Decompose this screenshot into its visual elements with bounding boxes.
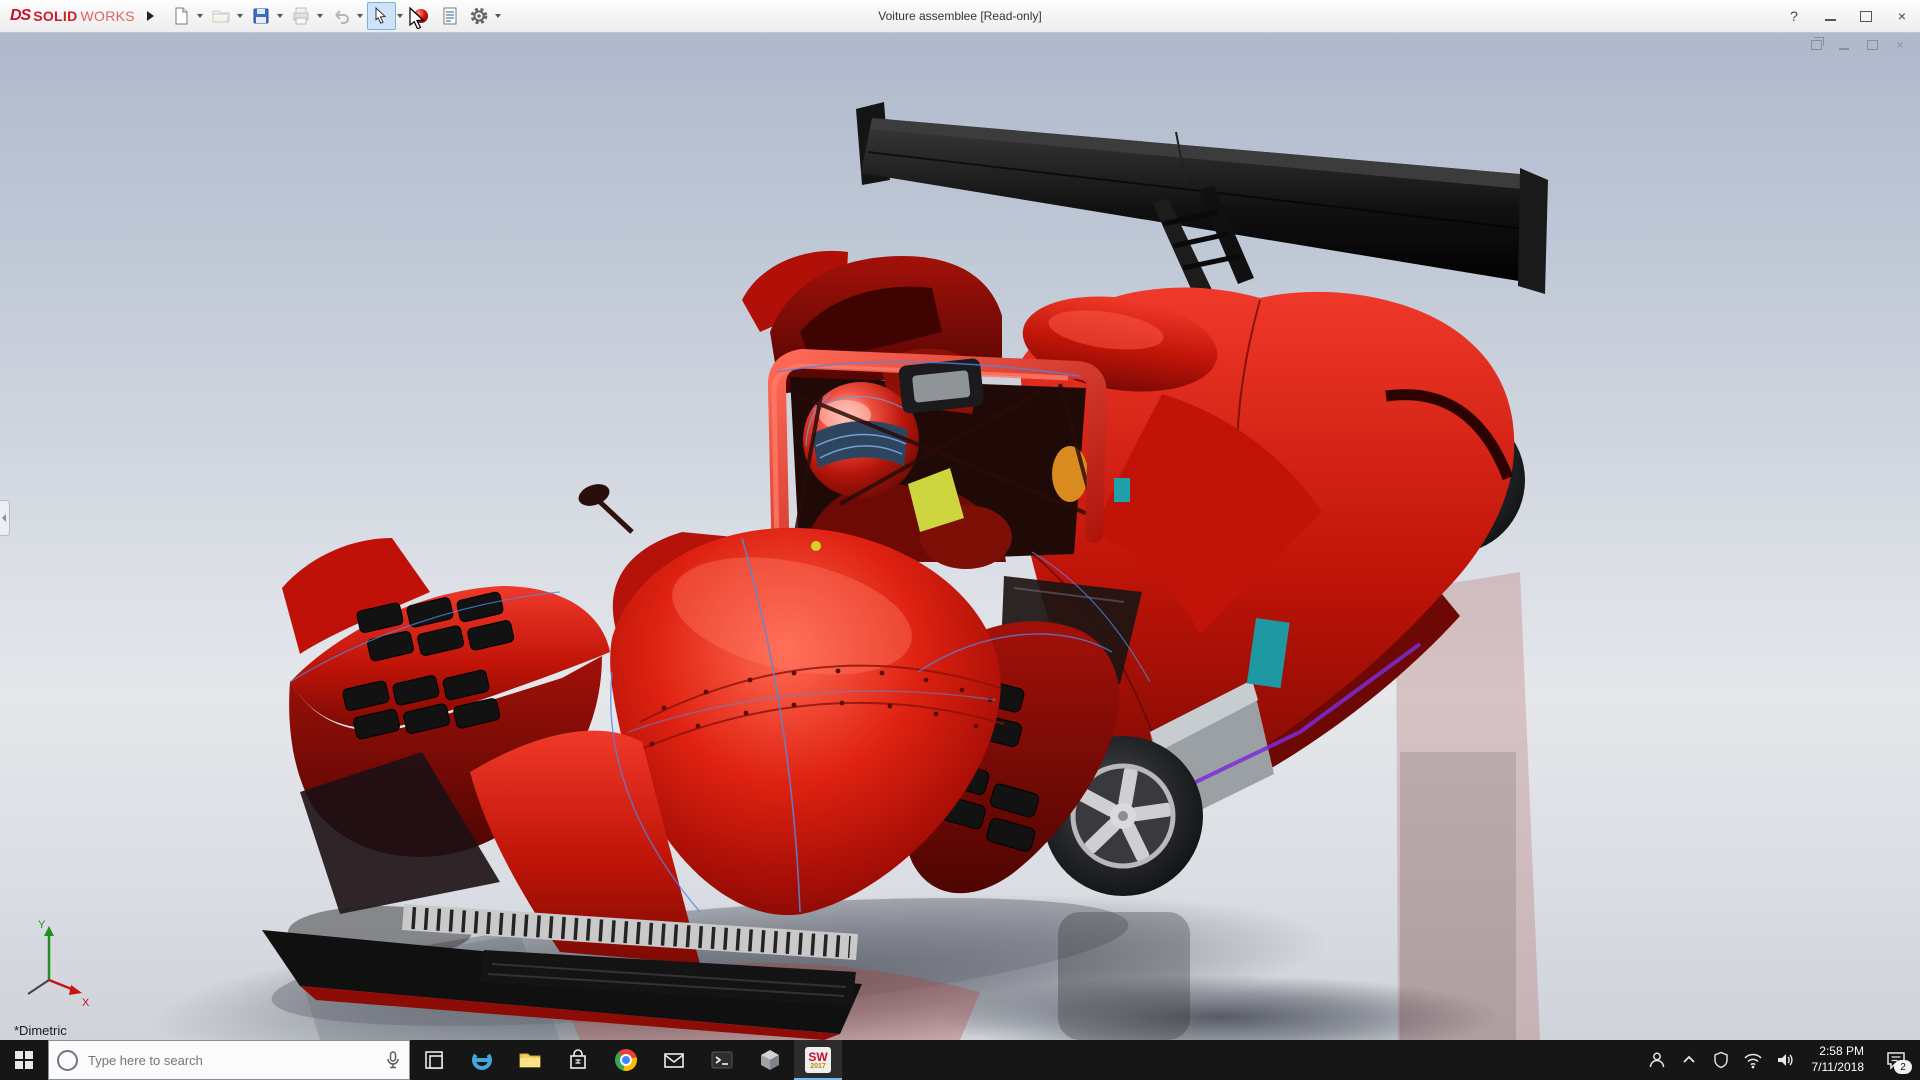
axis-x-label: X: [82, 997, 90, 1009]
tray-volume-button[interactable]: [1770, 1040, 1800, 1080]
tray-network-button[interactable]: [1738, 1040, 1768, 1080]
taskbar-chrome[interactable]: [602, 1040, 650, 1080]
task-view-icon: [425, 1051, 443, 1069]
start-button[interactable]: [0, 1040, 48, 1080]
chevron-up-icon: [1682, 1055, 1695, 1063]
doc-minimize-button[interactable]: [1836, 38, 1852, 52]
document-window-controls: ×: [1808, 37, 1908, 52]
file-explorer-icon: [519, 1053, 541, 1068]
taskbar-3d-app[interactable]: [746, 1040, 794, 1080]
axis-y-label: Y: [38, 919, 46, 931]
menu-flyout-button[interactable]: [141, 3, 161, 29]
solidworks-app-icon: SW 2017: [805, 1047, 831, 1073]
doc-maximize-button[interactable]: [1864, 38, 1880, 52]
minimize-button[interactable]: [1812, 0, 1848, 32]
tray-show-hidden-button[interactable]: [1674, 1040, 1704, 1080]
graphics-viewport[interactable]: × Y X *Dimetric: [0, 32, 1920, 1040]
taskbar-search[interactable]: [48, 1040, 410, 1080]
rebuild-button[interactable]: [407, 2, 436, 30]
wifi-icon: [1743, 1053, 1762, 1069]
gear-icon: [471, 7, 488, 25]
system-tray: 2:58 PM 7/11/2018 2: [1642, 1040, 1920, 1080]
undo-button[interactable]: [327, 2, 356, 30]
doc-minimize-icon: [1839, 48, 1849, 50]
windows-logo-icon: [15, 1051, 33, 1069]
ds-logo-icon: DS: [10, 7, 31, 24]
undo-icon: [335, 10, 350, 24]
open-button[interactable]: [207, 2, 236, 30]
clock-time: 2:58 PM: [1819, 1044, 1864, 1059]
taskbar-command-prompt[interactable]: [698, 1040, 746, 1080]
cortana-icon: [57, 1049, 78, 1071]
main-toolbar: [167, 0, 505, 32]
save-icon: [253, 8, 269, 24]
print-icon: [293, 7, 309, 25]
select-tool-button[interactable]: [366, 2, 396, 30]
taskbar-store[interactable]: [554, 1040, 602, 1080]
open-folder-icon: [212, 10, 231, 23]
shield-icon: [1713, 1051, 1728, 1069]
flyout-arrow-icon: [147, 11, 155, 21]
orientation-triad: Y X: [27, 919, 90, 1009]
mirror-box: [898, 358, 984, 414]
maximize-button[interactable]: [1848, 0, 1884, 32]
task-view-button[interactable]: [410, 1040, 458, 1080]
rebuild-sphere-icon: [414, 9, 429, 23]
action-center-button[interactable]: 2: [1876, 1040, 1916, 1080]
notification-badge: 2: [1894, 1060, 1912, 1074]
window-controls: ? ×: [1776, 0, 1920, 32]
cube-icon: [761, 1050, 779, 1070]
doc-close-button[interactable]: ×: [1892, 38, 1908, 52]
doc-restore-button[interactable]: [1808, 37, 1824, 52]
taskbar-edge[interactable]: [458, 1040, 506, 1080]
logo-text-solid: SOLID: [33, 8, 78, 24]
speaker-icon: [1777, 1054, 1793, 1066]
document-properties-icon: [443, 7, 457, 25]
chrome-icon: [615, 1049, 637, 1071]
car-model-canvas[interactable]: Y X: [0, 32, 1920, 1040]
undo-dropdown[interactable]: [356, 14, 363, 18]
taskbar: SW 2017: [0, 1040, 1920, 1080]
options-button[interactable]: [465, 2, 494, 30]
store-icon: [570, 1049, 586, 1069]
view-orientation-label: *Dimetric: [14, 1023, 67, 1038]
new-document-icon: [175, 7, 188, 25]
search-input[interactable]: [86, 1051, 377, 1069]
print-dropdown[interactable]: [316, 14, 323, 18]
taskbar-clock[interactable]: 2:58 PM 7/11/2018: [1802, 1044, 1875, 1075]
select-cursor-icon: [375, 7, 387, 24]
help-button[interactable]: ?: [1776, 0, 1812, 32]
document-properties-button[interactable]: [436, 2, 465, 30]
options-dropdown[interactable]: [494, 14, 501, 18]
taskbar-file-explorer[interactable]: [506, 1040, 554, 1080]
maximize-icon: [1860, 10, 1872, 22]
clock-date: 7/11/2018: [1811, 1060, 1865, 1074]
save-button[interactable]: [247, 2, 276, 30]
print-button[interactable]: [287, 2, 316, 30]
new-document-button[interactable]: [167, 2, 196, 30]
save-dropdown[interactable]: [276, 14, 283, 18]
doc-restore-icon: [1810, 37, 1824, 50]
taskbar-solidworks[interactable]: SW 2017: [794, 1040, 842, 1080]
tray-security-button[interactable]: [1706, 1040, 1736, 1080]
taskbar-mail[interactable]: [650, 1040, 698, 1080]
microphone-icon[interactable]: [385, 1051, 401, 1069]
screen: DS SOLID WORKS Voiture assemblee [Read-o…: [0, 0, 1920, 1080]
minimize-icon: [1824, 19, 1836, 21]
open-dropdown[interactable]: [236, 14, 243, 18]
person-icon: [1649, 1052, 1664, 1068]
solidworks-logo: DS SOLID WORKS: [0, 7, 141, 25]
feature-tree-collapsed-tab[interactable]: [0, 500, 10, 536]
tray-people-button[interactable]: [1642, 1040, 1672, 1080]
new-document-dropdown[interactable]: [196, 14, 203, 18]
hood-marker-dot: [811, 541, 821, 551]
select-dropdown[interactable]: [396, 14, 403, 18]
mail-icon: [664, 1053, 684, 1068]
edge-icon: [472, 1050, 492, 1070]
close-button[interactable]: ×: [1884, 0, 1920, 32]
logo-text-works: WORKS: [80, 8, 135, 24]
doc-maximize-icon: [1866, 40, 1878, 50]
titlebar: DS SOLID WORKS Voiture assemblee [Read-o…: [0, 0, 1920, 33]
command-prompt-icon: [711, 1051, 733, 1069]
